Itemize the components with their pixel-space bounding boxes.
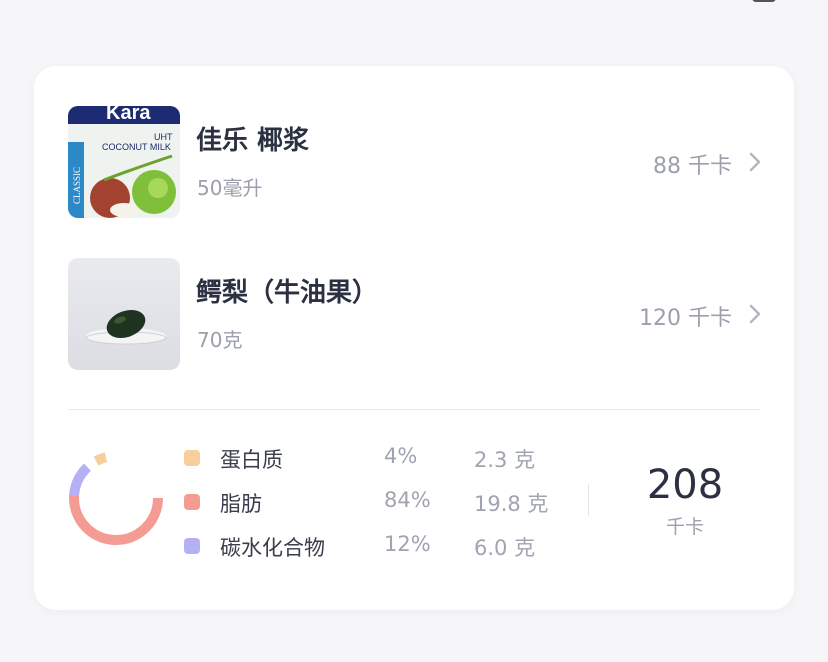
macro-row-protein: 蛋白质 4% 2.3 克	[184, 444, 564, 474]
macro-grams: 19.8 克	[474, 492, 549, 516]
macro-name: 脂肪	[220, 492, 262, 516]
macro-name: 蛋白质	[220, 448, 283, 472]
food-calories: 88 千卡	[653, 154, 732, 179]
food-amount: 70克	[197, 328, 243, 352]
total-calories-unit: 千卡	[665, 516, 704, 538]
legend-swatch	[184, 538, 200, 554]
legend-swatch	[184, 494, 200, 510]
food-calories: 120 千卡	[639, 306, 732, 331]
brand-text: Kara	[106, 106, 151, 124]
macro-row-carbs: 碳水化合物 12% 6.0 克	[184, 532, 564, 562]
chevron-right-icon	[749, 152, 761, 172]
food-name: 鳄梨（牛油果）	[196, 278, 379, 308]
food-name: 佳乐 椰浆	[196, 126, 310, 156]
food-row-coconut-milk[interactable]: Kara UHT COCONUT MILK CLASSIC 佳乐 椰浆 50毫升…	[68, 106, 762, 218]
macro-percent: 4%	[384, 444, 418, 468]
macro-percent: 12%	[384, 532, 431, 556]
macro-name: 碳水化合物	[220, 536, 325, 560]
top-edge-icon	[752, 0, 776, 2]
legend-swatch	[184, 450, 200, 466]
coconut-milk-text: COCONUT MILK	[102, 142, 171, 152]
total-calories: 208	[646, 462, 724, 508]
vertical-divider	[588, 484, 589, 516]
classic-text: CLASSIC	[72, 167, 82, 204]
food-thumbnail	[68, 258, 180, 370]
meal-card: Kara UHT COCONUT MILK CLASSIC 佳乐 椰浆 50毫升…	[34, 66, 794, 610]
uht-text: UHT	[154, 132, 173, 142]
macro-donut-chart	[69, 451, 163, 545]
macro-row-fat: 脂肪 84% 19.8 克	[184, 488, 564, 518]
macro-percent: 84%	[384, 488, 431, 512]
macro-grams: 6.0 克	[474, 536, 536, 560]
food-thumbnail: Kara UHT COCONUT MILK CLASSIC	[68, 106, 180, 218]
food-amount: 50毫升	[197, 176, 263, 200]
section-divider	[68, 409, 760, 410]
food-row-avocado[interactable]: 鳄梨（牛油果） 70克 120 千卡	[68, 258, 762, 370]
macro-grams: 2.3 克	[474, 448, 536, 472]
chevron-right-icon	[749, 304, 761, 324]
